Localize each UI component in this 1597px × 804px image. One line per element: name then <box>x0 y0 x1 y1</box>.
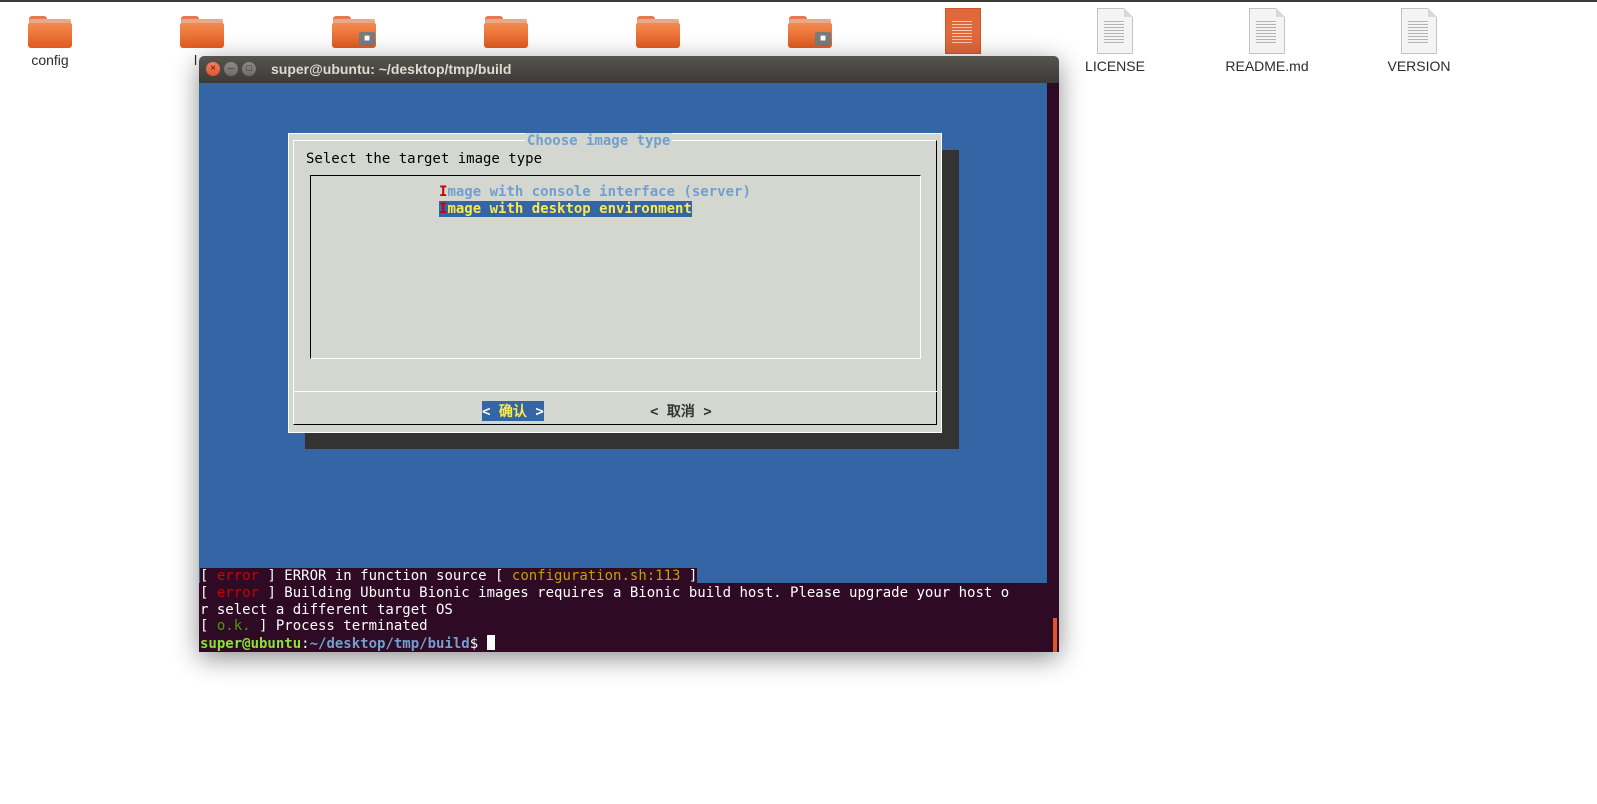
options-list: Image with console interface (server) Im… <box>310 175 921 359</box>
desktop-file-readme[interactable]: README.md <box>1212 8 1322 74</box>
terminal-area[interactable]: Choose image type Select the target imag… <box>199 83 1059 652</box>
dialog-separator <box>293 391 937 392</box>
ok-button[interactable]: < 确认 > <box>482 401 544 421</box>
prompt-path: ~/desktop/tmp/build <box>309 636 470 652</box>
terminal-line-ok: [ o.k. ] Process terminated <box>200 618 428 634</box>
terminal-window[interactable]: × – □ super@ubuntu: ~/desktop/tmp/build … <box>199 56 1059 652</box>
prompt-user: super@ubuntu <box>200 636 302 652</box>
maximize-icon[interactable]: □ <box>242 62 256 76</box>
window-title: super@ubuntu: ~/desktop/tmp/build <box>271 61 512 77</box>
desktop-file-orange[interactable] <box>908 8 1018 54</box>
dialog-title: Choose image type <box>525 133 673 149</box>
desktop-file-version[interactable]: VERSION <box>1364 8 1474 74</box>
desktop-folder-4[interactable] <box>451 8 561 48</box>
terminal-line-error-1: [ error ] ERROR in function source [ con… <box>200 568 698 584</box>
dialog-prompt: Select the target image type <box>306 151 543 167</box>
desktop-folder-3[interactable]: ■ <box>299 8 409 48</box>
option-desktop-environment[interactable]: Image with desktop environment <box>439 201 692 217</box>
option-console-server[interactable]: Image with console interface (server) <box>439 184 751 200</box>
desktop-folder-5[interactable] <box>603 8 713 48</box>
desktop-icon-label: config <box>31 52 69 68</box>
folder-icon <box>483 8 529 48</box>
locked-folder-icon: ■ <box>787 8 833 48</box>
locked-folder-icon: ■ <box>331 8 377 48</box>
terminal-line-error-2: [ error ] Building Ubuntu Bionic images … <box>200 585 1010 601</box>
desktop-folder-6[interactable]: ■ <box>755 8 865 48</box>
cancel-button[interactable]: < 取消 > <box>650 401 712 421</box>
folder-icon <box>635 8 681 48</box>
option-label: mage with console interface (server) <box>447 184 751 200</box>
option-label: mage with desktop environment <box>447 201 692 217</box>
desktop-folder-config[interactable]: config <box>0 8 105 68</box>
minimize-icon[interactable]: – <box>224 62 238 76</box>
text-file-icon <box>1097 8 1133 54</box>
text-file-icon <box>1401 8 1437 54</box>
window-titlebar[interactable]: × – □ super@ubuntu: ~/desktop/tmp/build <box>199 56 1059 83</box>
shell-prompt[interactable]: super@ubuntu:~/desktop/tmp/build$ <box>200 635 495 652</box>
desktop-file-license[interactable]: LICENSE <box>1060 8 1170 74</box>
document-icon <box>945 8 981 54</box>
folder-icon <box>179 8 225 48</box>
text-cursor <box>486 635 495 650</box>
desktop-icon-label: README.md <box>1225 58 1309 74</box>
desktop-icon-label: VERSION <box>1387 58 1451 74</box>
terminal-line-error-3: r select a different target OS <box>200 602 453 618</box>
desktop-icon-label: LICENSE <box>1085 58 1145 74</box>
terminal-scrollbar[interactable] <box>1053 618 1057 652</box>
text-file-icon <box>1249 8 1285 54</box>
close-icon[interactable]: × <box>206 62 220 76</box>
lock-icon: ■ <box>359 32 375 46</box>
lock-icon: ■ <box>815 32 831 46</box>
choose-image-type-dialog: Choose image type Select the target imag… <box>288 133 942 433</box>
top-panel-edge <box>0 0 1597 2</box>
folder-icon <box>27 8 73 48</box>
